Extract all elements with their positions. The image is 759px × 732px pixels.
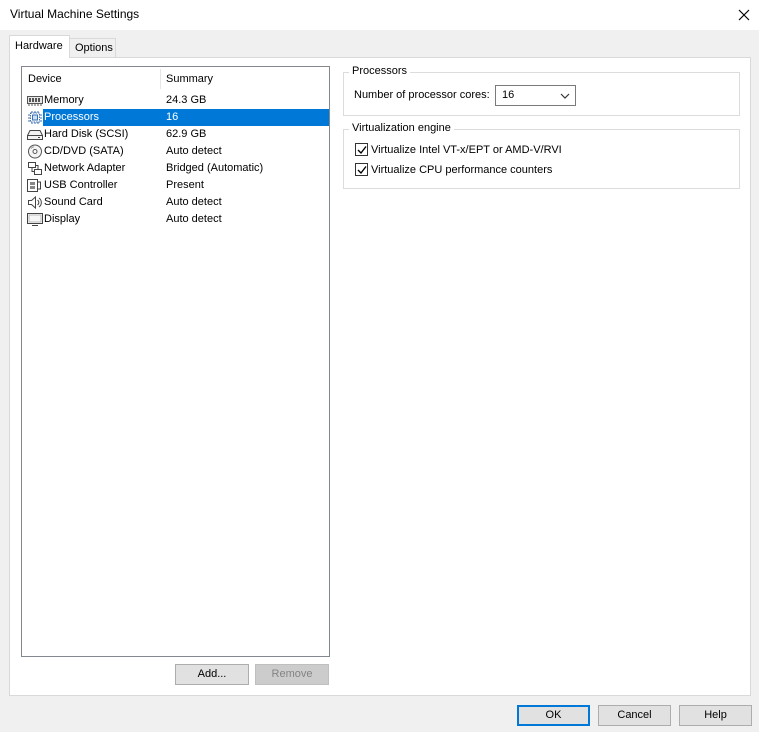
checkmark-icon [357,166,367,175]
vtx-label[interactable]: Virtualize Intel VT-x/EPT or AMD-V/RVI [371,144,562,156]
device-name: CD/DVD (SATA) [44,145,124,157]
device-row-network-adapter[interactable]: Network Adapter Bridged (Automatic) [22,160,329,177]
checkmark-icon [357,146,367,155]
virtualization-group-title: Virtualization engine [349,122,454,134]
perf-counters-checkbox[interactable] [355,163,368,176]
add-button[interactable]: Add... [175,664,249,685]
device-row-sound-card[interactable]: Sound Card Auto detect [22,194,329,211]
device-name: Memory [44,94,84,106]
device-row-usb-controller[interactable]: USB Controller Present [22,177,329,194]
device-name: Hard Disk (SCSI) [44,128,129,140]
column-header-device[interactable]: Device [28,73,62,85]
list-header: Device Summary [22,67,329,91]
remove-button[interactable]: Remove [255,664,329,685]
device-row-memory[interactable]: Memory 24.3 GB [22,92,329,109]
device-summary: Present [166,179,204,191]
ok-button[interactable]: OK [517,705,590,726]
cores-select[interactable]: 16 [495,85,576,106]
device-name: Network Adapter [44,162,126,174]
device-name: USB Controller [44,179,118,191]
device-name: Sound Card [44,196,103,208]
close-button[interactable] [729,0,759,30]
device-row-hard-disk[interactable]: Hard Disk (SCSI) 62.9 GB [22,126,329,143]
device-row-processors[interactable]: Processors 16 [22,109,329,126]
device-name: Display [44,213,81,225]
device-summary: 24.3 GB [166,94,207,106]
column-separator[interactable] [160,69,161,89]
device-summary: Bridged (Automatic) [166,162,264,174]
processors-group-title: Processors [349,65,411,77]
device-summary: 16 [166,111,179,123]
device-name: Processors [44,111,100,123]
tab-hardware[interactable]: Hardware [9,35,70,58]
network-adapter-icon [27,161,43,176]
processor-icon [27,110,43,125]
device-summary: Auto detect [166,213,222,225]
virtualization-group: Virtualization engine [343,122,740,189]
cancel-button[interactable]: Cancel [598,705,671,726]
device-row-display[interactable]: Display Auto detect [22,211,329,228]
display-icon [27,212,43,227]
tab-options[interactable]: Options [69,38,116,58]
sound-card-icon [27,195,43,210]
vtx-checkbox[interactable] [355,143,368,156]
close-icon [738,9,750,21]
window-title: Virtual Machine Settings [10,7,140,21]
column-header-summary[interactable]: Summary [166,73,213,85]
hard-disk-icon [27,127,43,142]
perf-counters-label[interactable]: Virtualize CPU performance counters [371,164,552,176]
help-button[interactable]: Help [679,705,752,726]
device-summary: Auto detect [166,145,222,157]
device-summary: Auto detect [166,196,222,208]
title-bar: Virtual Machine Settings [0,0,759,30]
cd-dvd-icon [27,144,43,159]
chevron-down-icon [560,93,570,99]
device-summary: 62.9 GB [166,128,207,140]
usb-controller-icon [27,178,43,193]
cores-value: 16 [502,89,515,101]
device-row-cd-dvd[interactable]: CD/DVD (SATA) Auto detect [22,143,329,160]
memory-icon [27,93,43,108]
device-list[interactable]: Device Summary Memory 24.3 GB Processors… [21,66,330,657]
cores-label: Number of processor cores: [354,89,490,101]
